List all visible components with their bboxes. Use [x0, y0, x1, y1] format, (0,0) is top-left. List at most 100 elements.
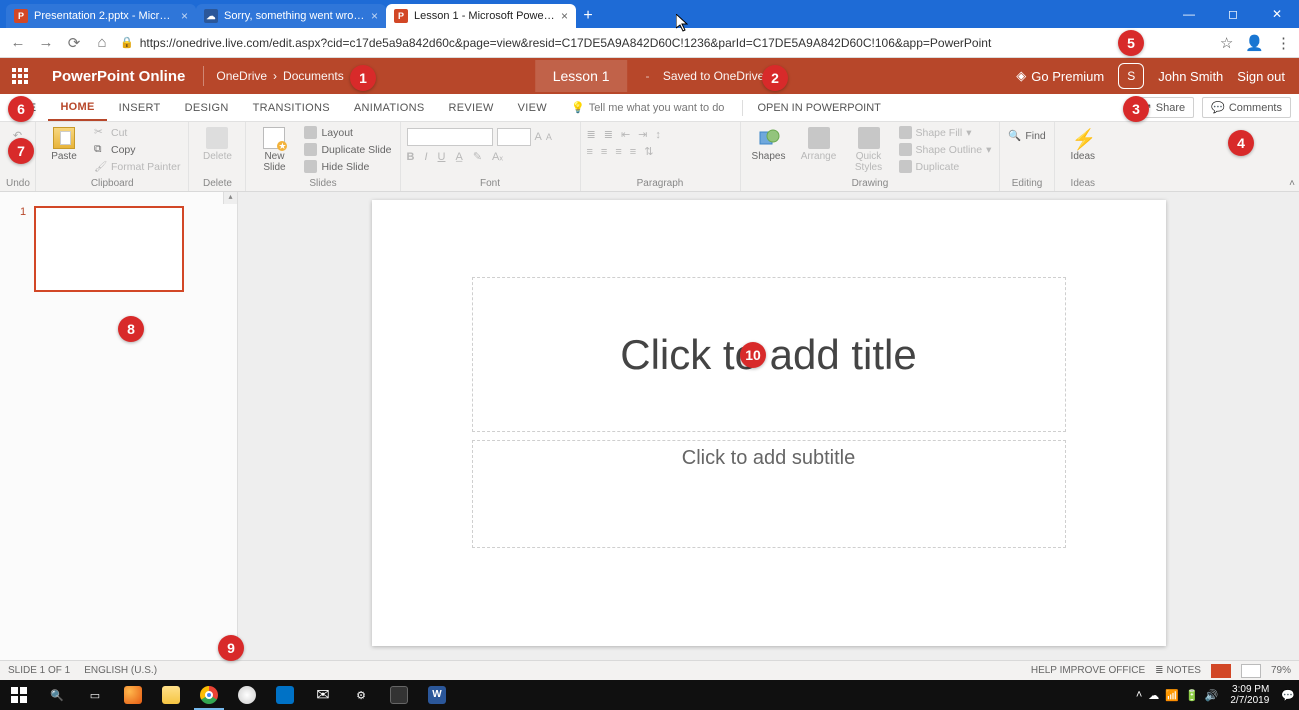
reload-button[interactable]: ⟳ [64, 34, 84, 52]
delete-button[interactable]: Delete [195, 125, 239, 162]
browser-tab-1[interactable]: P Presentation 2.pptx - Microsoft P × [6, 4, 196, 28]
paste-button[interactable]: Paste [42, 125, 86, 162]
cut-button[interactable]: ✂Cut [92, 125, 182, 140]
slide-canvas-area[interactable]: Click to add title Click to add subtitle [238, 192, 1299, 660]
tab-view[interactable]: VIEW [506, 94, 559, 121]
align-right-button[interactable]: ≡ [615, 146, 621, 158]
app-launcher-button[interactable] [0, 58, 40, 94]
profile-icon[interactable]: 👤 [1245, 34, 1264, 52]
tray-chevron-icon[interactable]: ˄ [1136, 689, 1142, 701]
tab-home[interactable]: HOME [48, 94, 106, 121]
shape-outline-button[interactable]: Shape Outline ▾ [897, 142, 994, 157]
underline-button[interactable]: U [438, 151, 446, 163]
firefox-taskbar[interactable] [114, 680, 152, 710]
breadcrumb-root[interactable]: OneDrive [216, 69, 267, 83]
find-button[interactable]: 🔍Find [1006, 128, 1047, 143]
forward-button[interactable]: → [36, 34, 56, 51]
maximize-button[interactable]: ◻ [1211, 0, 1255, 28]
browser-tab-2[interactable]: ☁ Sorry, something went wrong - C × [196, 4, 386, 28]
onedrive-tray-icon[interactable]: ☁ [1148, 689, 1159, 702]
scroll-up-icon[interactable]: ▴ [223, 192, 237, 204]
format-painter-button[interactable]: 🖌Format Painter [92, 159, 182, 174]
settings-taskbar[interactable]: ⚙ [342, 680, 380, 710]
notes-toggle[interactable]: ≣NOTES [1155, 665, 1201, 676]
title-placeholder[interactable]: Click to add title [472, 277, 1066, 432]
chrome-taskbar[interactable] [190, 680, 228, 710]
breadcrumb-folder[interactable]: Documents [283, 69, 344, 83]
new-slide-button[interactable]: ★ New Slide [252, 125, 296, 173]
layout-button[interactable]: Layout [302, 125, 393, 140]
sign-out-link[interactable]: Sign out [1237, 69, 1285, 84]
calculator-taskbar[interactable] [380, 680, 418, 710]
align-left-button[interactable]: ≡ [587, 146, 593, 158]
highlight-button[interactable]: ✎ [473, 150, 482, 163]
bullets-button[interactable]: ≣ [587, 128, 596, 141]
start-button[interactable] [0, 680, 38, 710]
file-explorer-taskbar[interactable] [152, 680, 190, 710]
action-center-icon[interactable]: 💬 [1281, 689, 1295, 702]
collapse-ribbon-button[interactable]: ˄ [1289, 178, 1295, 189]
language-indicator[interactable]: ENGLISH (U.S.) [84, 665, 157, 676]
ideas-button[interactable]: ⚡ Ideas [1061, 125, 1105, 162]
line-spacing-button[interactable]: ⇅ [644, 145, 653, 158]
battery-tray-icon[interactable]: 🔋 [1185, 689, 1199, 702]
align-center-button[interactable]: ≡ [601, 146, 607, 158]
shrink-font-icon[interactable]: A [546, 132, 552, 142]
bookmark-star-icon[interactable]: ☆ [1220, 34, 1233, 52]
mail-taskbar[interactable]: ✉ [304, 680, 342, 710]
user-name[interactable]: John Smith [1158, 69, 1223, 84]
network-tray-icon[interactable]: 📶 [1165, 689, 1179, 702]
align-justify-button[interactable]: ≡ [630, 146, 636, 158]
close-icon[interactable]: × [561, 9, 568, 23]
chrome-menu-icon[interactable]: ⋮ [1276, 34, 1291, 52]
new-tab-button[interactable]: + [576, 4, 600, 28]
slide-canvas[interactable]: Click to add title Click to add subtitle [372, 200, 1166, 646]
close-icon[interactable]: × [181, 9, 188, 23]
font-size-select[interactable] [497, 128, 531, 146]
go-premium-button[interactable]: ◈ Go Premium [1016, 68, 1104, 84]
quick-styles-button[interactable]: Quick Styles [847, 125, 891, 173]
indent-increase-button[interactable]: ⇥ [638, 128, 647, 141]
open-in-powerpoint-button[interactable]: OPEN IN POWERPOINT [749, 102, 888, 114]
outlook-taskbar[interactable] [266, 680, 304, 710]
document-title[interactable]: Lesson 1 [535, 60, 628, 92]
close-icon[interactable]: × [371, 9, 378, 23]
tab-design[interactable]: DESIGN [173, 94, 241, 121]
tab-review[interactable]: REVIEW [436, 94, 505, 121]
duplicate-slide-button[interactable]: Duplicate Slide [302, 142, 393, 157]
duplicate-button[interactable]: Duplicate [897, 159, 994, 174]
comments-button[interactable]: 💬 Comments [1202, 97, 1291, 118]
tab-insert[interactable]: INSERT [107, 94, 173, 121]
skype-button[interactable]: S [1118, 63, 1144, 89]
arrange-button[interactable]: Arrange [797, 125, 841, 162]
paint-taskbar[interactable] [228, 680, 266, 710]
volume-tray-icon[interactable]: 🔊 [1205, 689, 1219, 702]
slide-thumbnail-1[interactable]: 1 [20, 206, 217, 292]
bold-button[interactable]: B [407, 151, 415, 163]
word-taskbar[interactable]: W [418, 680, 456, 710]
shapes-button[interactable]: Shapes [747, 125, 791, 162]
zoom-level[interactable]: 79% [1271, 665, 1291, 676]
url-input[interactable] [140, 36, 1212, 50]
search-button[interactable]: 🔍 [38, 680, 76, 710]
copy-button[interactable]: ⧉Copy [92, 142, 182, 157]
tell-me-search[interactable]: 💡 Tell me what you want to do [559, 101, 736, 114]
help-improve-link[interactable]: HELP IMPROVE OFFICE [1031, 665, 1145, 676]
font-color-button[interactable]: A̲ [455, 151, 462, 163]
indent-decrease-button[interactable]: ⇤ [621, 128, 630, 141]
font-family-select[interactable] [407, 128, 493, 146]
text-direction-button[interactable]: ↕ [655, 129, 661, 141]
slide-thumbnails-pane[interactable]: ▴ 1 [0, 192, 238, 660]
hide-slide-button[interactable]: Hide Slide [302, 159, 393, 174]
subtitle-placeholder[interactable]: Click to add subtitle [472, 440, 1066, 548]
italic-button[interactable]: I [424, 151, 427, 163]
close-window-button[interactable]: ✕ [1255, 0, 1299, 28]
normal-view-button[interactable] [1211, 664, 1231, 678]
tab-transitions[interactable]: TRANSITIONS [241, 94, 342, 121]
task-view-button[interactable]: ▭ [76, 680, 114, 710]
tab-animations[interactable]: ANIMATIONS [342, 94, 437, 121]
home-button[interactable]: ⌂ [92, 34, 112, 51]
minimize-button[interactable]: — [1167, 0, 1211, 28]
numbering-button[interactable]: ≣ [604, 128, 613, 141]
grow-font-icon[interactable]: A [535, 131, 542, 143]
